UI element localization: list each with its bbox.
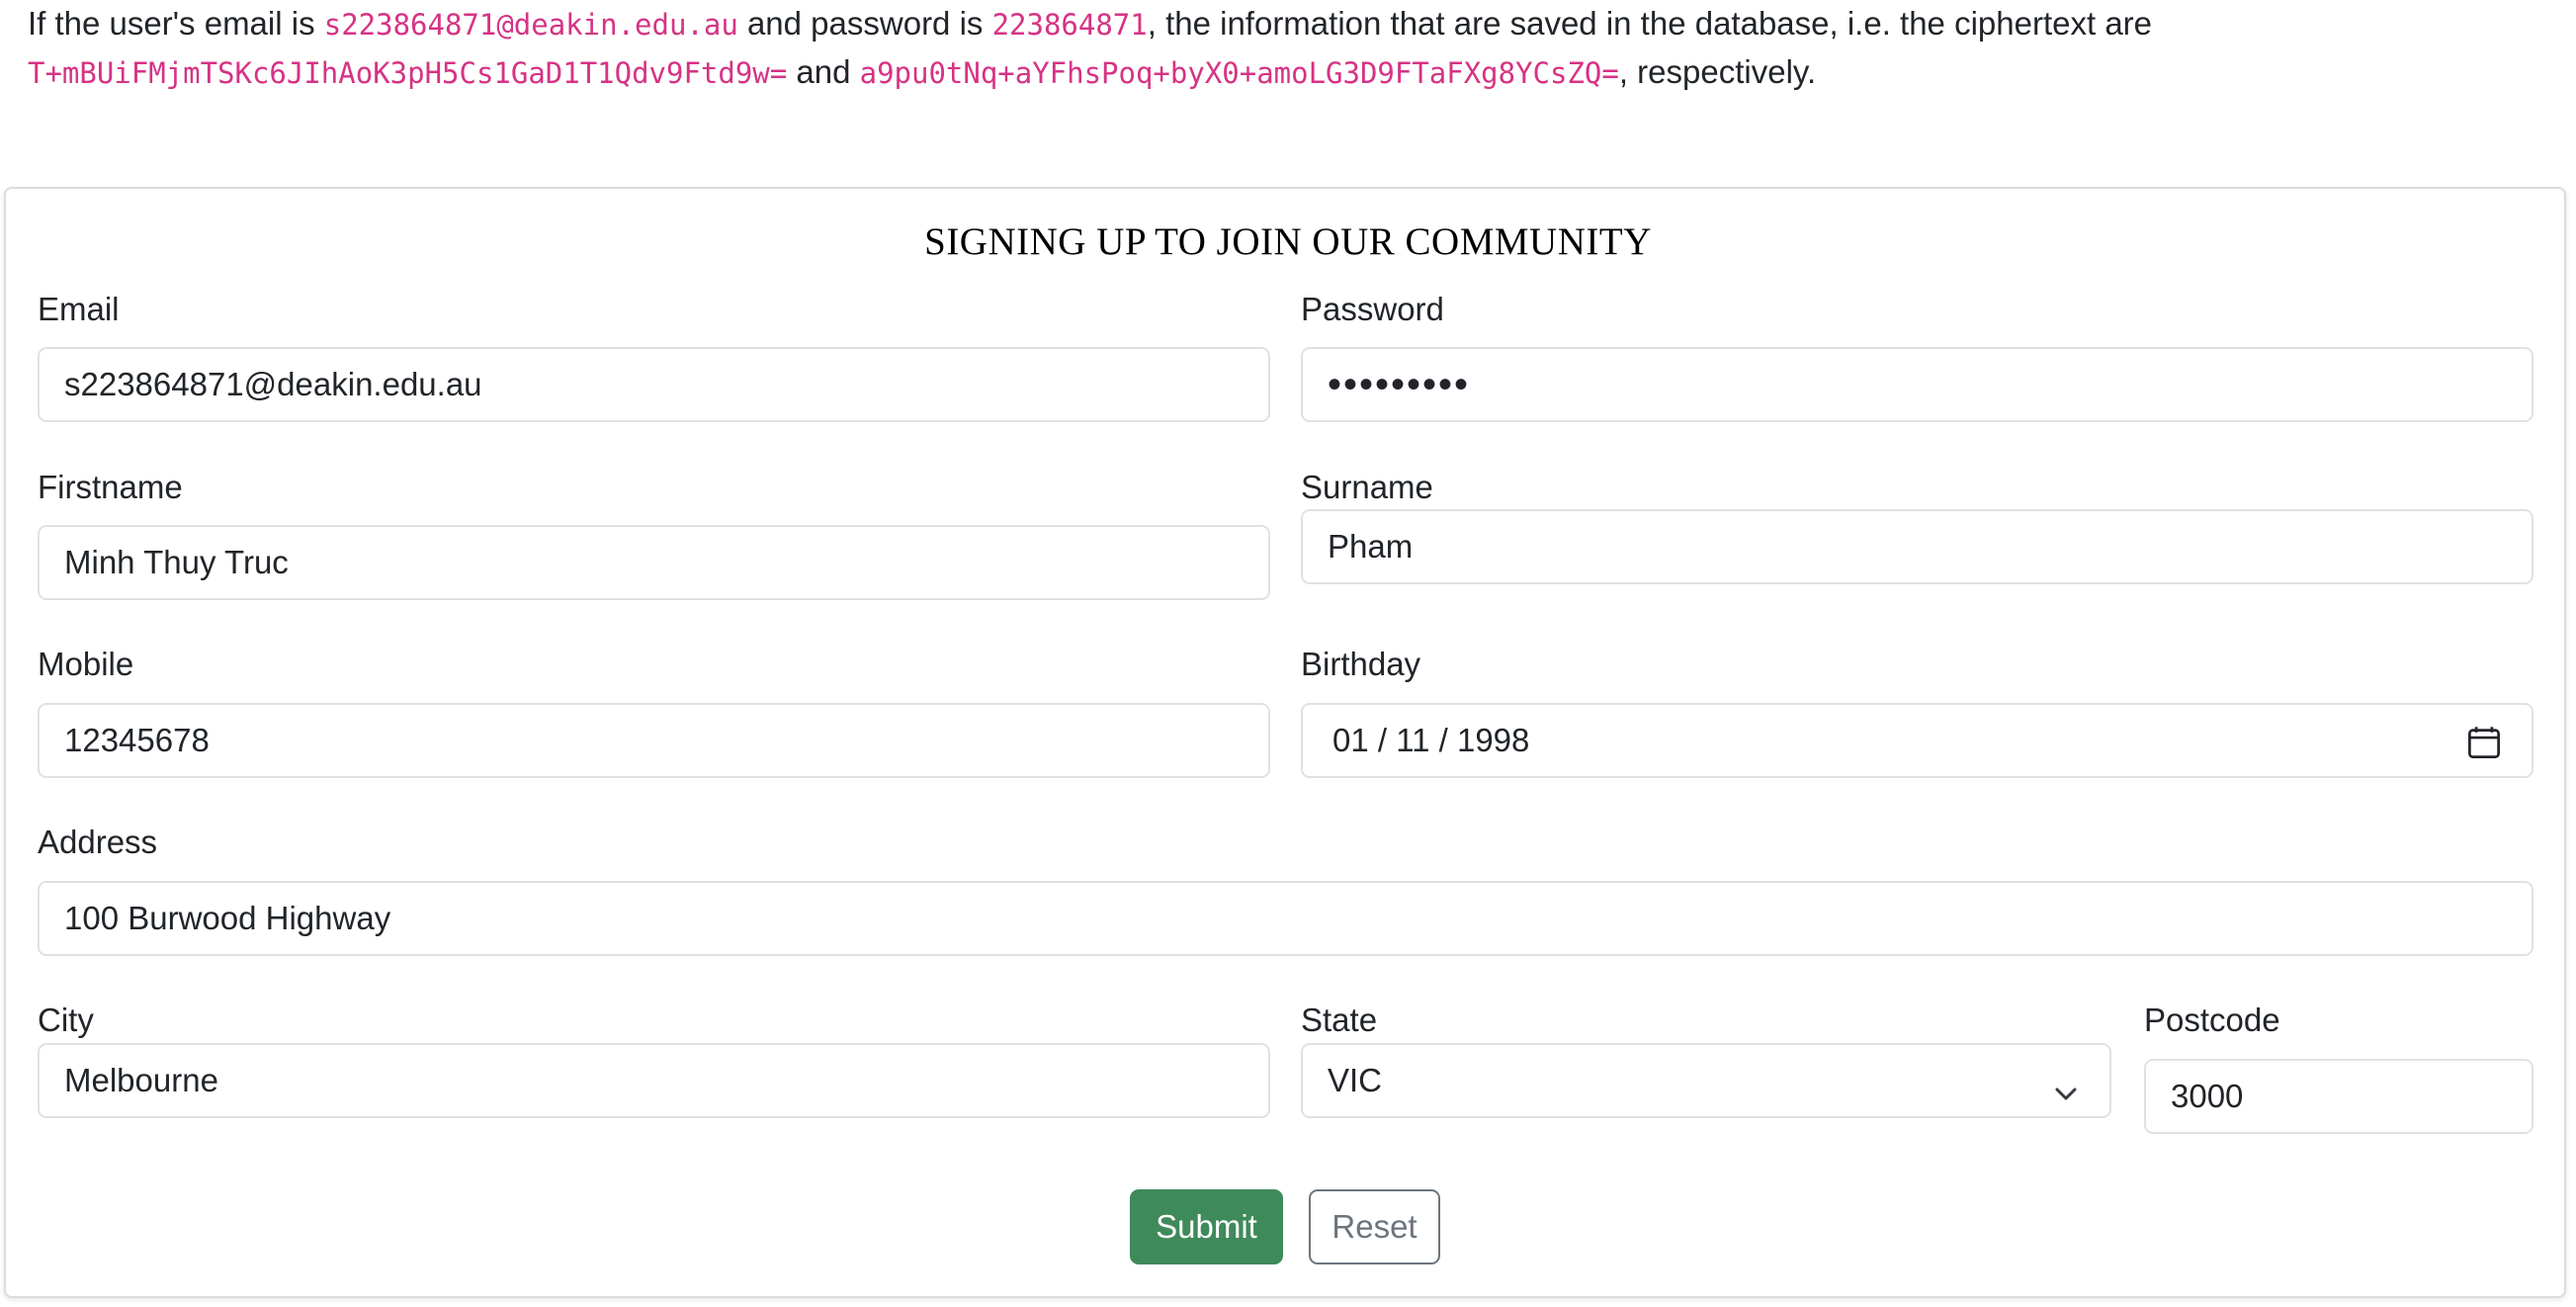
password-field[interactable]: ••••••••• <box>1301 347 2533 422</box>
chevron-down-icon <box>2054 1073 2078 1110</box>
mobile-label: Mobile <box>38 646 134 682</box>
calendar-icon[interactable] <box>2466 725 2502 768</box>
reset-button[interactable]: Reset <box>1309 1189 1440 1264</box>
birthday-label: Birthday <box>1301 646 1421 682</box>
email-field[interactable] <box>38 347 1270 422</box>
address-field[interactable] <box>38 881 2533 956</box>
state-value: VIC <box>1328 1062 1383 1098</box>
intro-text-2: and password is <box>737 5 992 42</box>
intro-email-code: s223864871@deakin.edu.au <box>323 8 738 42</box>
intro-text-1: If the user's email is <box>28 5 324 42</box>
state-label: State <box>1301 1002 1378 1038</box>
address-label: Address <box>38 824 158 860</box>
state-select[interactable]: VIC <box>1301 1043 2111 1118</box>
postcode-field[interactable] <box>2144 1059 2533 1134</box>
password-mask: ••••••••• <box>1328 362 1471 406</box>
birthday-field[interactable]: 01 / 11 / 1998 <box>1301 703 2533 778</box>
password-label: Password <box>1301 291 1444 327</box>
intro-text-3: , the information that are saved in the … <box>1147 5 2153 42</box>
birthday-value: 01 / 11 / 1998 <box>1332 722 1530 758</box>
city-label: City <box>38 1002 94 1038</box>
postcode-label: Postcode <box>2144 1002 2280 1038</box>
mobile-field[interactable] <box>38 703 1270 778</box>
city-field[interactable] <box>38 1043 1270 1118</box>
email-label: Email <box>38 291 120 327</box>
form-title: SIGNING UP TO JOIN OUR COMMUNITY <box>924 220 1652 263</box>
surname-label: Surname <box>1301 469 1433 505</box>
intro-password-code: 223864871 <box>991 8 1148 42</box>
surname-field[interactable] <box>1301 509 2533 584</box>
cipher-email-code: T+mBUiFMjmTSKc6JIhAoK3pH5Cs1GaD1T1Qdv9Ft… <box>28 56 788 90</box>
firstname-label: Firstname <box>38 469 183 505</box>
cipher-password-code: a9pu0tNq+aYFhsPoq+byX0+amoLG3D9FTaFXg8YC… <box>859 56 1619 90</box>
intro-text-5: , respectively. <box>1618 53 1817 90</box>
submit-button[interactable]: Submit <box>1130 1189 1283 1264</box>
intro-paragraph: If the user's email is s223864871@deakin… <box>28 0 2558 97</box>
intro-text-4: and <box>787 53 860 90</box>
firstname-field[interactable] <box>38 525 1270 600</box>
